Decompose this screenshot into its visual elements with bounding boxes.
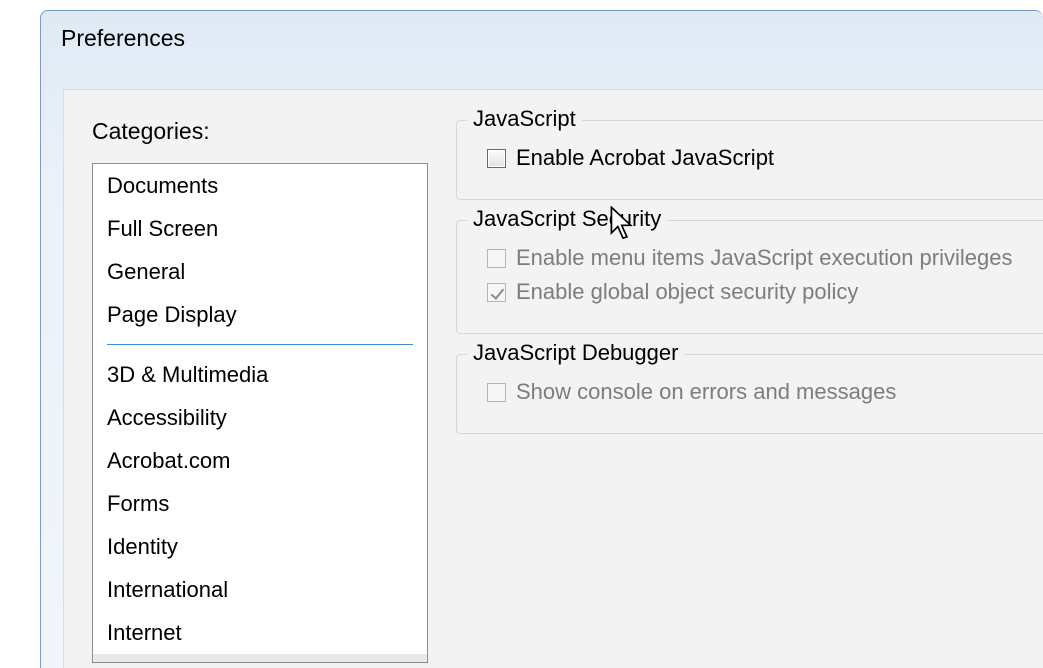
- category-forms[interactable]: Forms: [93, 482, 427, 525]
- category-acrobat-com[interactable]: Acrobat.com: [93, 439, 427, 482]
- show-console-row: Show console on errors and messages: [487, 375, 1025, 409]
- categories-list[interactable]: Documents Full Screen General Page Displ…: [92, 163, 428, 663]
- category-full-screen[interactable]: Full Screen: [93, 207, 427, 250]
- show-console-checkbox: [487, 383, 506, 402]
- preferences-window: Preferences Categories: Documents Full S…: [40, 10, 1043, 668]
- sidebar: Categories: Documents Full Screen Genera…: [92, 118, 428, 668]
- category-accessibility[interactable]: Accessibility: [93, 396, 427, 439]
- group-javascript-debugger-title: JavaScript Debugger: [467, 340, 684, 366]
- category-documents[interactable]: Documents: [93, 164, 427, 207]
- show-console-label: Show console on errors and messages: [516, 379, 896, 405]
- enable-menu-js-row: Enable menu items JavaScript execution p…: [487, 241, 1025, 275]
- category-page-display[interactable]: Page Display: [93, 293, 427, 336]
- group-javascript: JavaScript Enable Acrobat JavaScript: [456, 120, 1043, 200]
- window-title: Preferences: [41, 11, 1043, 62]
- enable-acrobat-js-checkbox[interactable]: [487, 149, 506, 168]
- group-javascript-title: JavaScript: [467, 106, 582, 132]
- enable-acrobat-js-label: Enable Acrobat JavaScript: [516, 145, 774, 171]
- enable-menu-js-checkbox: [487, 249, 506, 268]
- category-divider: [107, 344, 413, 345]
- settings-panel: JavaScript Enable Acrobat JavaScript Jav…: [456, 118, 1043, 668]
- category-javascript[interactable]: JavaScript: [93, 654, 427, 663]
- category-3d-multimedia[interactable]: 3D & Multimedia: [93, 353, 427, 396]
- category-general[interactable]: General: [93, 250, 427, 293]
- category-internet[interactable]: Internet: [93, 611, 427, 654]
- category-international[interactable]: International: [93, 568, 427, 611]
- enable-acrobat-js-row[interactable]: Enable Acrobat JavaScript: [487, 141, 1025, 175]
- enable-menu-js-label: Enable menu items JavaScript execution p…: [516, 245, 1012, 271]
- content-area: Categories: Documents Full Screen Genera…: [63, 89, 1043, 668]
- category-identity[interactable]: Identity: [93, 525, 427, 568]
- enable-global-security-checkbox: [487, 283, 506, 302]
- enable-global-security-row: Enable global object security policy: [487, 275, 1025, 309]
- enable-global-security-label: Enable global object security policy: [516, 279, 858, 305]
- categories-label: Categories:: [92, 118, 428, 145]
- group-javascript-security: JavaScript Security Enable menu items Ja…: [456, 220, 1043, 334]
- group-javascript-debugger: JavaScript Debugger Show console on erro…: [456, 354, 1043, 434]
- group-javascript-security-title: JavaScript Security: [467, 206, 667, 232]
